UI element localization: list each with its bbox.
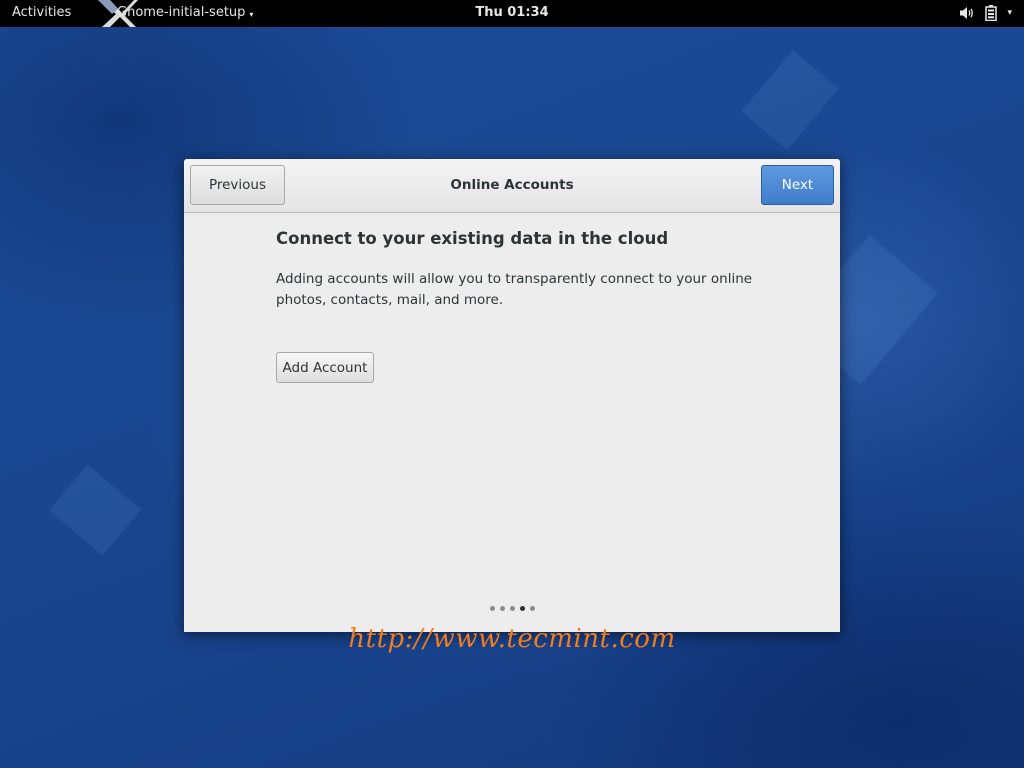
previous-button[interactable]: Previous <box>190 165 285 205</box>
app-menu-label: Gnome-initial-setup <box>117 5 246 20</box>
volume-icon <box>959 6 975 20</box>
page-indicator <box>184 606 840 611</box>
clock[interactable]: Thu 01:34 <box>475 5 548 20</box>
initial-setup-window: Previous Online Accounts Next Connect to… <box>184 159 840 632</box>
page-dot <box>499 606 505 611</box>
system-status-menu[interactable]: ▾ <box>959 5 1012 21</box>
battery-icon <box>985 5 998 21</box>
page-dot-active <box>519 606 525 611</box>
app-menu[interactable]: Gnome-initial-setup ▾ <box>117 5 253 20</box>
page-dot <box>509 606 515 611</box>
next-button[interactable]: Next <box>761 165 834 205</box>
page-heading: Connect to your existing data in the clo… <box>276 229 669 248</box>
page-dot <box>529 606 535 611</box>
chevron-down-icon: ▾ <box>249 9 254 19</box>
header-bar: Previous Online Accounts Next <box>184 159 840 213</box>
top-bar: Activities Gnome-initial-setup ▾ Thu 01:… <box>0 0 1024 27</box>
activities-button[interactable]: Activities <box>12 5 71 20</box>
page-dot <box>489 606 495 611</box>
chevron-down-icon: ▾ <box>1007 8 1012 18</box>
page-description: Adding accounts will allow you to transp… <box>276 271 753 308</box>
add-account-button[interactable]: Add Account <box>276 352 374 383</box>
